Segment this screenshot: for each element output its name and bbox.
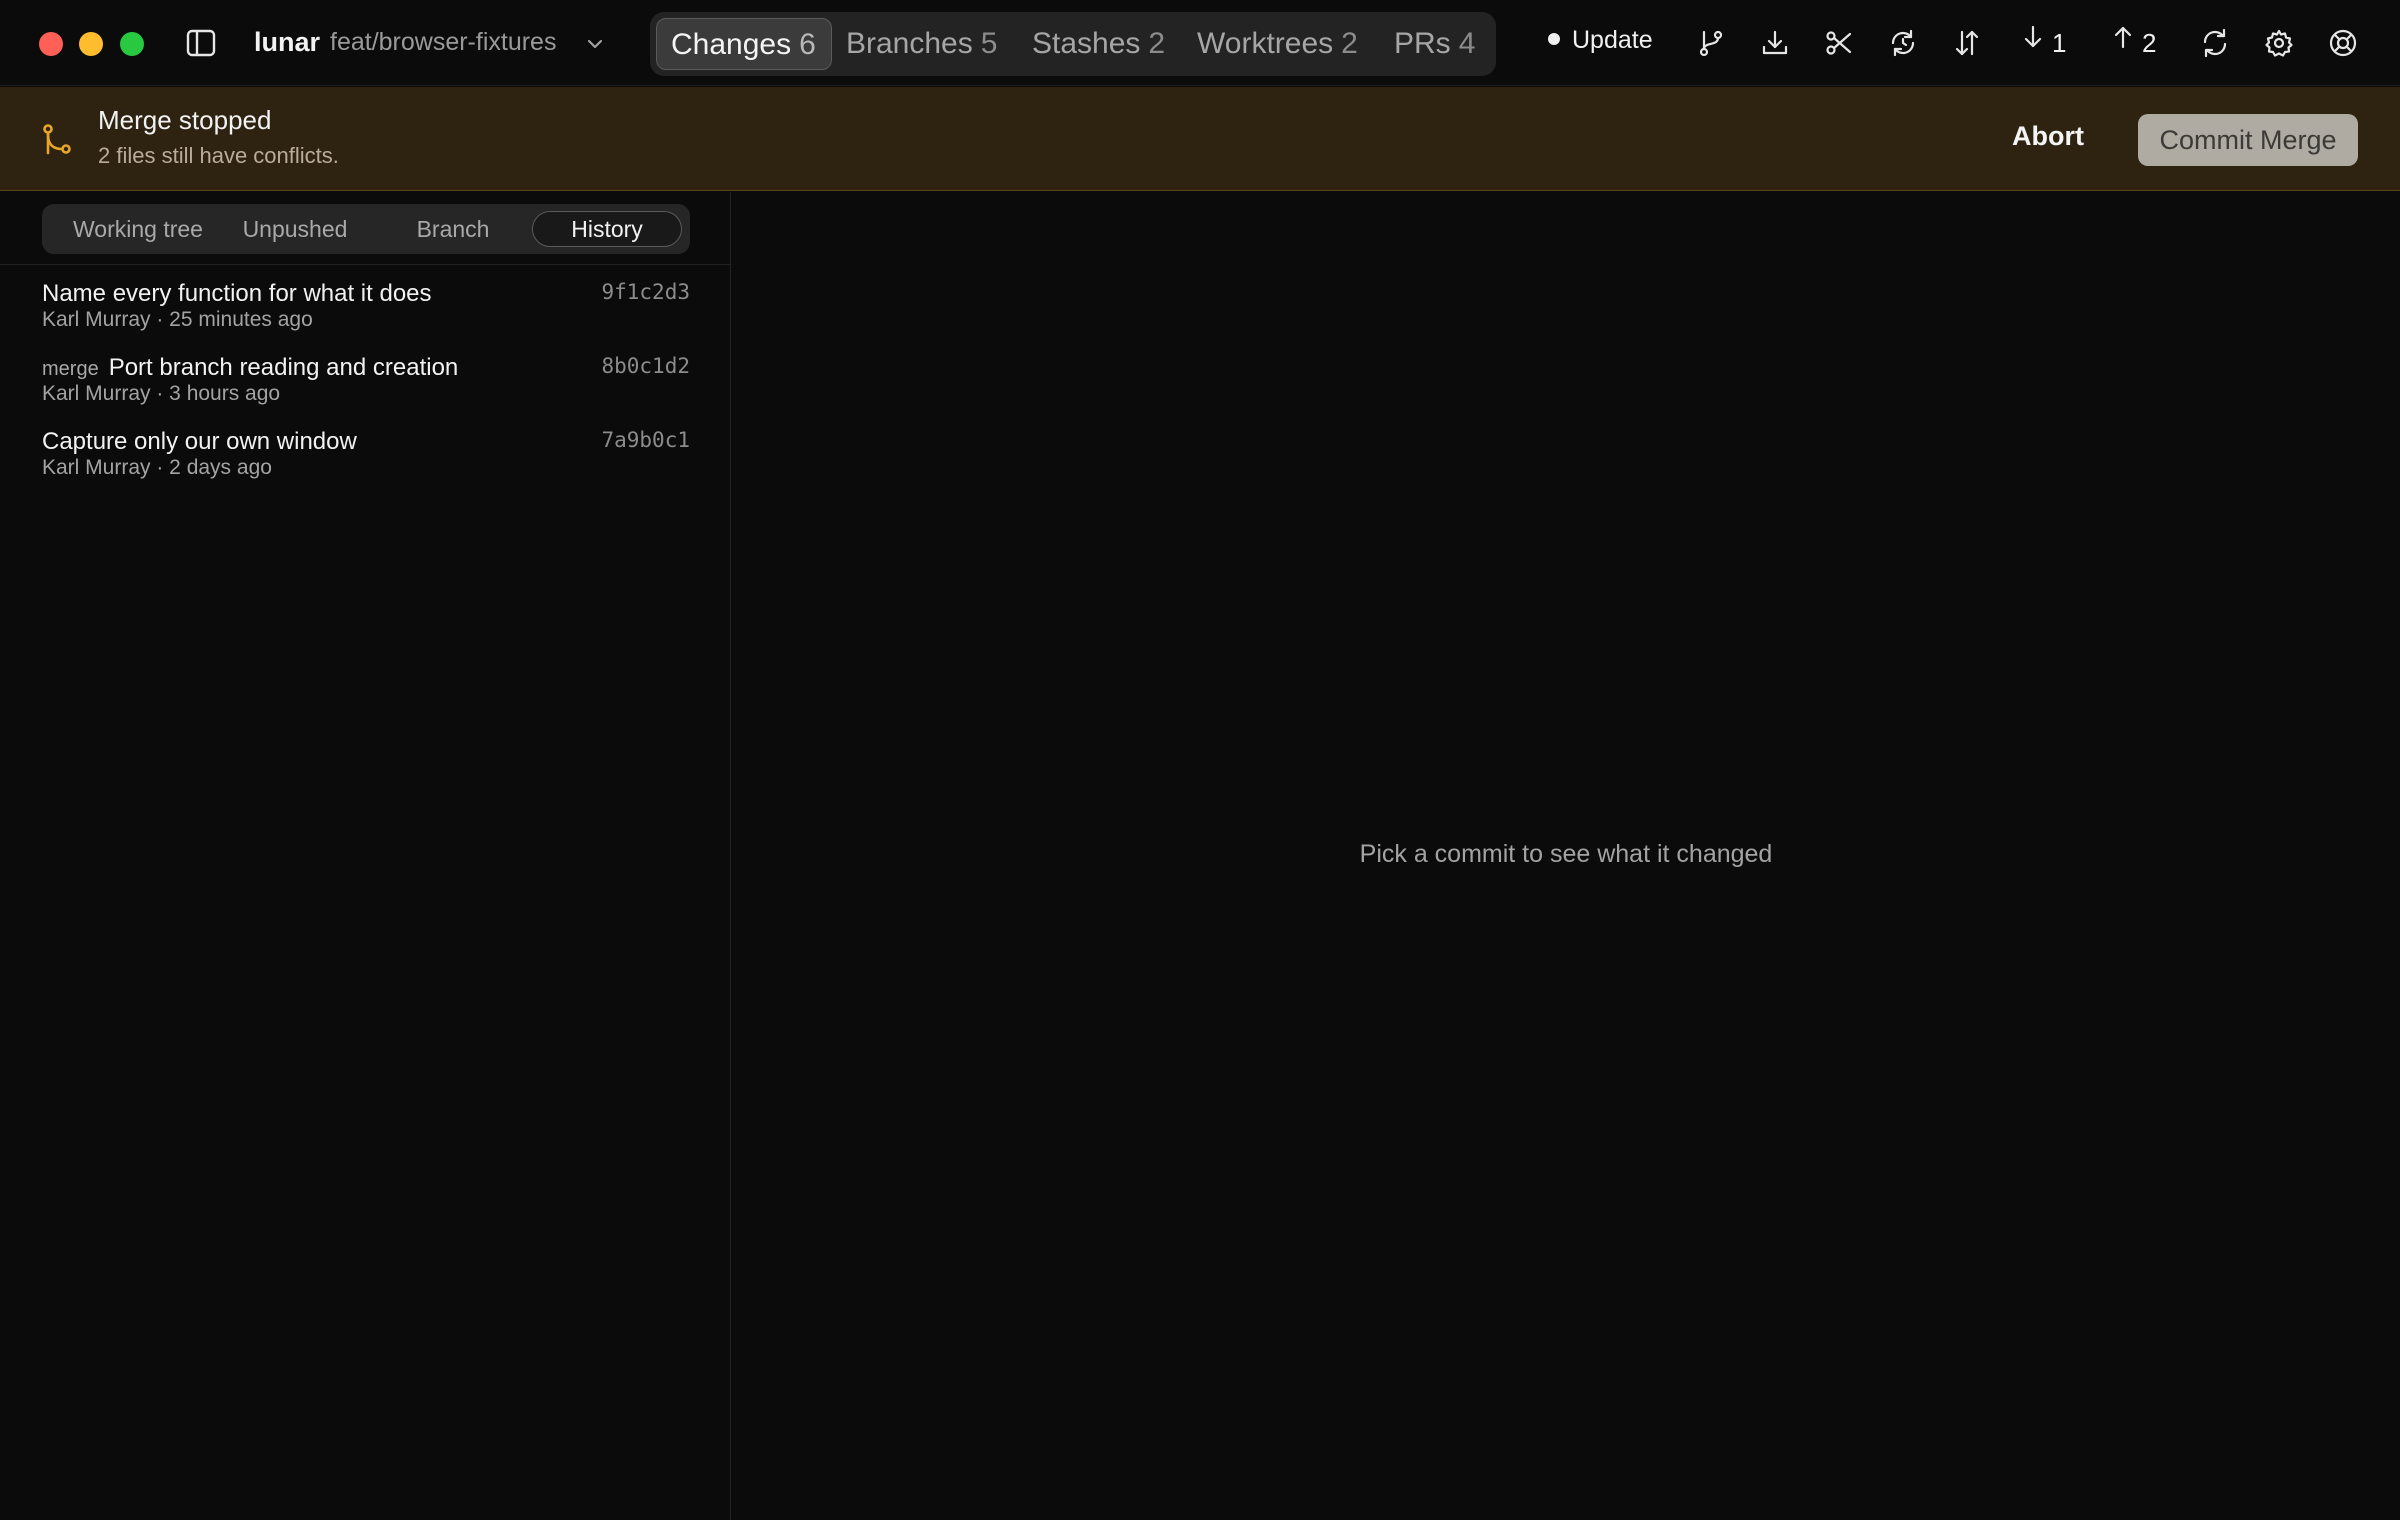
sidebar-toggle-icon[interactable] xyxy=(186,29,216,57)
segment-history[interactable]: History xyxy=(532,211,682,247)
download-icon[interactable] xyxy=(1760,28,1790,58)
tab-label: Worktrees xyxy=(1197,27,1334,60)
merge-status-banner: Merge stopped 2 files still have conflic… xyxy=(0,87,2400,191)
tab-count: 2 xyxy=(1148,27,1166,60)
segment-working-tree[interactable]: Working tree xyxy=(56,204,220,254)
push-count: 2 xyxy=(2142,28,2157,58)
abort-button[interactable]: Abort xyxy=(2012,121,2084,152)
tab-label: PRs xyxy=(1394,27,1451,60)
tab-changes[interactable]: Changes 6 xyxy=(656,18,832,70)
tab-label: Branches xyxy=(846,27,973,60)
update-dot-icon xyxy=(1548,33,1560,46)
arrow-up-icon xyxy=(2110,26,2142,52)
commit-sha: 9f1c2d3 xyxy=(601,280,690,304)
commit-row[interactable]: merge Port branch reading and creation Ka… xyxy=(0,348,730,422)
commit-sha: 7a9b0c1 xyxy=(601,428,690,452)
commit-detail-panel: Pick a commit to see what it changed xyxy=(732,192,2400,1520)
close-window-button[interactable] xyxy=(39,32,63,56)
sync-icon[interactable] xyxy=(2200,28,2230,58)
current-branch[interactable]: feat/browser-fixtures xyxy=(330,28,556,57)
pull-count: 1 xyxy=(2052,28,2067,58)
commit-row[interactable]: Capture only our own window Karl Murray … xyxy=(0,422,730,496)
commit-title: Port branch reading and creation xyxy=(108,354,459,381)
repo-name[interactable]: lunar xyxy=(254,27,320,58)
commit-meta: Karl Murray · 25 minutes ago xyxy=(42,308,313,331)
segment-branch[interactable]: Branch xyxy=(378,204,528,254)
commit-list: Name every function for what it does Kar… xyxy=(0,274,730,496)
tab-label: Changes xyxy=(671,28,792,61)
tab-branches[interactable]: Branches 5 xyxy=(846,18,997,70)
commit-meta: Karl Murray · 2 days ago xyxy=(42,456,272,479)
commit-title-wrap: merge Port branch reading and creation xyxy=(42,354,458,382)
tab-count: 6 xyxy=(799,28,816,61)
commit-sha: 8b0c1d2 xyxy=(601,354,690,378)
commit-title: Capture only our own window xyxy=(42,428,357,455)
tab-label: Stashes xyxy=(1032,27,1141,60)
update-label: Update xyxy=(1572,26,1653,54)
merge-tag: merge xyxy=(42,358,99,380)
chevron-down-icon[interactable] xyxy=(585,34,605,54)
sort-arrows-icon[interactable] xyxy=(1952,28,1982,58)
banner-subtitle: 2 files still have conflicts. xyxy=(98,143,339,168)
update-button[interactable]: Update xyxy=(1548,26,1653,60)
banner-title: Merge stopped xyxy=(98,105,272,135)
scissors-icon[interactable] xyxy=(1824,28,1854,58)
tab-stashes[interactable]: Stashes 2 xyxy=(1032,18,1165,70)
tab-prs[interactable]: PRs 4 xyxy=(1394,18,1475,70)
commit-title: Name every function for what it does xyxy=(42,280,432,307)
help-lifebuoy-icon[interactable] xyxy=(2328,28,2358,58)
commit-merge-button[interactable]: Commit Merge xyxy=(2138,114,2358,166)
tab-count: 5 xyxy=(980,27,998,60)
arrow-down-icon xyxy=(2020,25,2052,52)
divider xyxy=(0,264,730,265)
title-bar: lunar feat/browser-fixtures Changes 6 Bra… xyxy=(0,0,2400,86)
history-panel: Working tree Unpushed Branch History Nam… xyxy=(0,192,731,1520)
push-button[interactable]: 2 xyxy=(2110,26,2156,60)
branch-icon[interactable] xyxy=(1696,28,1726,58)
segment-unpushed[interactable]: Unpushed xyxy=(220,204,370,254)
empty-state-message: Pick a commit to see what it changed xyxy=(1359,840,1773,868)
tab-count: 4 xyxy=(1458,27,1476,60)
commit-meta: Karl Murray · 3 hours ago xyxy=(42,382,281,405)
minimize-window-button[interactable] xyxy=(79,32,103,56)
merge-icon xyxy=(40,123,74,157)
gear-icon[interactable] xyxy=(2264,28,2294,58)
tab-count: 2 xyxy=(1341,27,1358,60)
view-segmented-control: Working tree Unpushed Branch History xyxy=(42,204,690,254)
zoom-window-button[interactable] xyxy=(120,32,144,56)
history-refresh-icon[interactable] xyxy=(1888,28,1918,58)
tab-worktrees[interactable]: Worktrees 2 xyxy=(1197,18,1358,70)
main-tabs: Changes 6 Branches 5 Stashes 2 Worktrees 2 P… xyxy=(650,12,1496,76)
pull-button[interactable]: 1 xyxy=(2020,25,2067,60)
commit-row[interactable]: Name every function for what it does Kar… xyxy=(0,274,730,348)
